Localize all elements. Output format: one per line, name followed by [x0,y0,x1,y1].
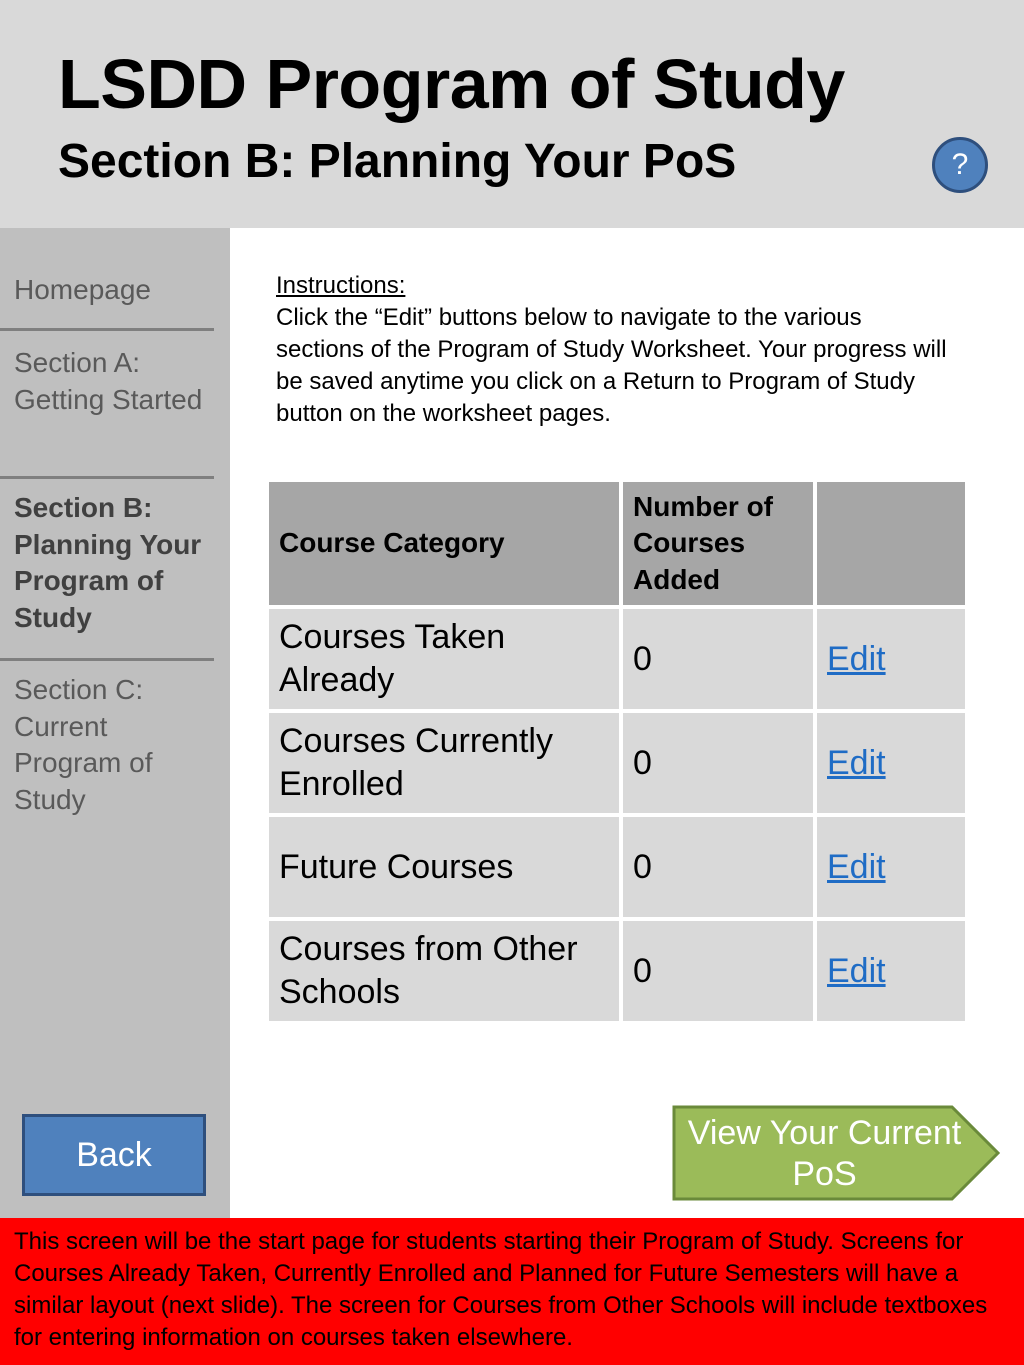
sidebar-divider [0,658,214,661]
column-header-action [817,482,965,605]
designer-note: This screen will be the start page for s… [0,1218,1024,1365]
back-button[interactable]: Back [22,1114,206,1196]
course-category-cell: Courses from Other Schools [269,921,619,1021]
sidebar-divider [0,476,214,479]
table-header-row: Course Category Number of Courses Added [269,482,965,605]
edit-cell: Edit [817,609,965,709]
edit-link-currently-enrolled[interactable]: Edit [827,744,886,782]
sidebar: Homepage Section A: Getting Started Sect… [0,228,230,1218]
course-count-cell: 0 [623,713,813,813]
table-row: Courses from Other Schools 0 Edit [269,921,965,1021]
course-category-table: Course Category Number of Courses Added … [265,478,969,1025]
course-count-cell: 0 [623,609,813,709]
course-count-cell: 0 [623,817,813,917]
page-title: LSDD Program of Study [58,45,845,123]
page-subtitle: Section B: Planning Your PoS [58,135,737,188]
sidebar-item-section-c[interactable]: Section C: Current Program of Study [14,672,219,818]
course-count-cell: 0 [623,921,813,1021]
column-header-number-of-courses: Number of Courses Added [623,482,813,605]
instructions-heading: Instructions: [276,272,406,299]
edit-cell: Edit [817,817,965,917]
edit-cell: Edit [817,713,965,813]
edit-link-courses-taken[interactable]: Edit [827,640,886,678]
sidebar-item-section-b[interactable]: Section B: Planning Your Program of Stud… [14,490,219,636]
instructions-body: Click the “Edit” buttons below to naviga… [276,304,947,427]
sidebar-item-section-a[interactable]: Section A: Getting Started [14,345,219,418]
course-category-cell: Courses Currently Enrolled [269,713,619,813]
header: LSDD Program of Study Section B: Plannin… [0,0,1024,228]
table-row: Courses Currently Enrolled 0 Edit [269,713,965,813]
view-current-pos-label: View Your Current PoS [687,1114,962,1193]
course-category-cell: Future Courses [269,817,619,917]
table-row: Future Courses 0 Edit [269,817,965,917]
sidebar-divider [0,328,214,331]
edit-link-other-schools[interactable]: Edit [827,952,886,990]
edit-cell: Edit [817,921,965,1021]
help-button[interactable]: ? [932,137,988,193]
course-category-cell: Courses Taken Already [269,609,619,709]
sidebar-item-homepage[interactable]: Homepage [14,272,219,309]
column-header-course-category: Course Category [269,482,619,605]
table-row: Courses Taken Already 0 Edit [269,609,965,709]
view-current-pos-button[interactable]: View Your Current PoS [672,1105,1002,1201]
instructions: Instructions: Click the “Edit” buttons b… [276,270,956,430]
edit-link-future-courses[interactable]: Edit [827,848,886,886]
